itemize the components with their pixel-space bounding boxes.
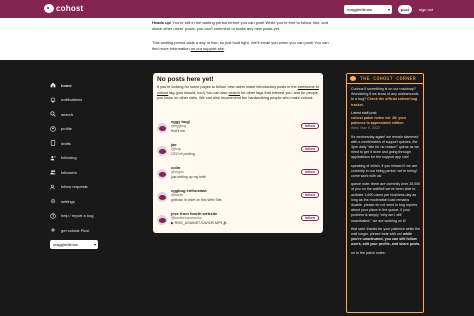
suggestion-handle[interactable]: @vogon bbox=[171, 170, 184, 174]
avatar[interactable] bbox=[157, 146, 167, 156]
follow-button[interactable]: follow bbox=[301, 192, 319, 198]
suggestion-handle[interactable]: @eggbug bbox=[171, 124, 186, 128]
avatar[interactable] bbox=[157, 169, 167, 179]
corner-header: THE COHOST CORNER bbox=[347, 74, 423, 84]
suggestion-vogon: colin @vogon just setting up my twttr fo… bbox=[157, 165, 319, 187]
followers-icon bbox=[50, 169, 56, 175]
card-title: No posts here yet! bbox=[157, 76, 214, 83]
sidebar-item-settings[interactable]: settings bbox=[50, 194, 120, 209]
suggestion-bio: CEO of posting bbox=[171, 152, 195, 156]
follow-button[interactable]: follow bbox=[301, 146, 319, 152]
card-text-2: tag (you should, too!) You can also bbox=[168, 90, 229, 95]
sidebar-item-label: followers bbox=[61, 169, 77, 175]
sidebar-item-cohost-plus[interactable]: get cohost Plus! bbox=[50, 223, 120, 238]
corner-title: THE COHOST CORNER bbox=[360, 76, 417, 82]
suggestion-handle[interactable]: @jkap bbox=[171, 147, 181, 151]
follow-button[interactable]: follow bbox=[301, 169, 319, 175]
sidebar-item-label: get cohost Plus! bbox=[61, 227, 90, 233]
empty-feed-card: No posts here yet! If you're looking for… bbox=[153, 73, 323, 233]
suggestion-bio: girlboss in chief on this Web Site bbox=[171, 198, 222, 202]
avatar[interactable] bbox=[157, 123, 167, 133]
logo-text: cohost bbox=[56, 4, 84, 13]
suggestion-aidan: eggbug enthusiast @aidan girlboss in chi… bbox=[157, 188, 319, 210]
suggestion-handle[interactable]: @kastheinsomaline bbox=[171, 216, 202, 220]
home-icon bbox=[50, 82, 56, 88]
cohost-logo[interactable]: cohost bbox=[44, 4, 83, 13]
sidebar-item-label: settings bbox=[61, 198, 75, 204]
suggestion-bio: just setting up my twttr bbox=[171, 175, 206, 179]
search-icon bbox=[50, 111, 56, 117]
notice-text-2: This waiting period lasts a day or two, … bbox=[152, 40, 329, 51]
corner-paragraph-2: Latest staff post: cohost patch notes vol… bbox=[351, 111, 421, 132]
follow-requests-icon bbox=[50, 184, 56, 190]
top-bar: cohost maggiertilman post sign out bbox=[0, 0, 474, 18]
sidebar-item-follow-requests[interactable]: follow requests bbox=[50, 180, 120, 195]
corner-paragraph-7: on to the patch notes: bbox=[351, 250, 386, 255]
latest-staff-post-label: Latest staff post: bbox=[351, 110, 378, 115]
cohost-corner: THE COHOST CORNER Curious if something i… bbox=[346, 73, 424, 313]
avatar[interactable] bbox=[157, 192, 167, 202]
support-site-link[interactable]: on our support site bbox=[191, 46, 224, 51]
staff-post-date: Wed, Nov 9, 2022 bbox=[351, 126, 380, 131]
following-icon bbox=[50, 155, 56, 161]
suggestion-bio: that's me bbox=[171, 129, 186, 133]
sidebar-item-label: following bbox=[61, 155, 77, 161]
corner-body: Curious if something is on our roadmap? … bbox=[351, 87, 421, 259]
sidebar-item-following[interactable]: following bbox=[50, 151, 120, 166]
bell-icon bbox=[50, 97, 56, 103]
search-link[interactable]: search bbox=[229, 91, 240, 95]
suggestion-bio: ▶ RISE_AGAINST-SAVIOR.MP3 🔊 bbox=[171, 221, 228, 225]
suggestion-jess: jess from fourth website @kastheinsomali… bbox=[157, 211, 319, 233]
help-icon bbox=[50, 213, 56, 219]
notice-text-1: You're still in the waiting period befor… bbox=[152, 20, 329, 31]
notice-text-2-end: . bbox=[223, 45, 225, 51]
staff-post-title-link[interactable]: cohost patch notes vol. 38: your patienc… bbox=[351, 116, 406, 125]
plus-icon bbox=[50, 227, 56, 233]
sidebar-item-label: notifications bbox=[61, 97, 83, 103]
notice-paragraph-1: Heads up! You're still in the waiting pe… bbox=[152, 20, 332, 31]
corner-paragraph-3: it's wednesday again! we remain slammed … bbox=[351, 134, 420, 160]
sidebar-item-label: follow requests bbox=[61, 184, 88, 190]
corner-paragraph-1: Curious if something is on our roadmap? … bbox=[351, 87, 421, 108]
post-button[interactable]: post bbox=[398, 5, 412, 14]
card-description: If you're looking for some pages to foll… bbox=[157, 85, 319, 102]
sidebar-item-search[interactable]: search bbox=[50, 107, 120, 122]
card-text-1: If you're looking for some pages to foll… bbox=[157, 85, 298, 89]
corner-paragraph-6: that said, thanks for your patience whil… bbox=[351, 227, 421, 248]
sidebar-item-label: drafts bbox=[61, 140, 72, 146]
sidebar-item-followers[interactable]: followers bbox=[50, 165, 120, 180]
avatar[interactable] bbox=[157, 215, 167, 225]
suggestion-jkap: jae @jkap CEO of posting follow bbox=[157, 142, 319, 164]
sidebar-item-label: search bbox=[61, 111, 74, 117]
sidebar-item-label: help / report a bug bbox=[61, 213, 94, 219]
corner-paragraph-5: queue note: there are currently over 25,… bbox=[351, 182, 421, 223]
sidebar-item-label: profile bbox=[61, 126, 72, 132]
sidebar-item-drafts[interactable]: drafts bbox=[50, 136, 120, 151]
waiting-period-notice: Heads up! You're still in the waiting pe… bbox=[0, 18, 474, 60]
drafts-icon bbox=[50, 140, 56, 146]
sidebar-nav: home notifications search profile drafts… bbox=[50, 78, 120, 249]
corner-paragraph-4: speaking of which, if you missed it we a… bbox=[351, 163, 418, 179]
sidebar-item-help[interactable]: help / report a bug bbox=[50, 209, 120, 224]
suggestion-eggbug: eggy bug! @eggbug that's me follow bbox=[157, 119, 319, 141]
follow-button[interactable]: follow bbox=[301, 123, 319, 129]
sidebar-account-select[interactable]: maggiertilman bbox=[50, 239, 98, 249]
notice-paragraph-2: This waiting period lasts a day or two, … bbox=[152, 40, 332, 51]
follow-button[interactable]: follow bbox=[301, 215, 319, 221]
sidebar-item-profile[interactable]: profile bbox=[50, 122, 120, 137]
eggbug-icon bbox=[350, 76, 356, 81]
sign-out-link[interactable]: sign out bbox=[419, 7, 433, 12]
notice-heads-up: Heads up! bbox=[152, 20, 172, 25]
account-select[interactable]: maggiertilman bbox=[344, 5, 392, 14]
profile-icon bbox=[50, 126, 56, 132]
sidebar-item-notifications[interactable]: notifications bbox=[50, 93, 120, 108]
sidebar-item-home[interactable]: home bbox=[50, 78, 120, 93]
suggestion-handle[interactable]: @aidan bbox=[171, 193, 183, 197]
sidebar-item-label: home bbox=[61, 82, 72, 88]
gear-icon bbox=[50, 198, 56, 204]
eggbug-logo-icon bbox=[44, 4, 54, 13]
